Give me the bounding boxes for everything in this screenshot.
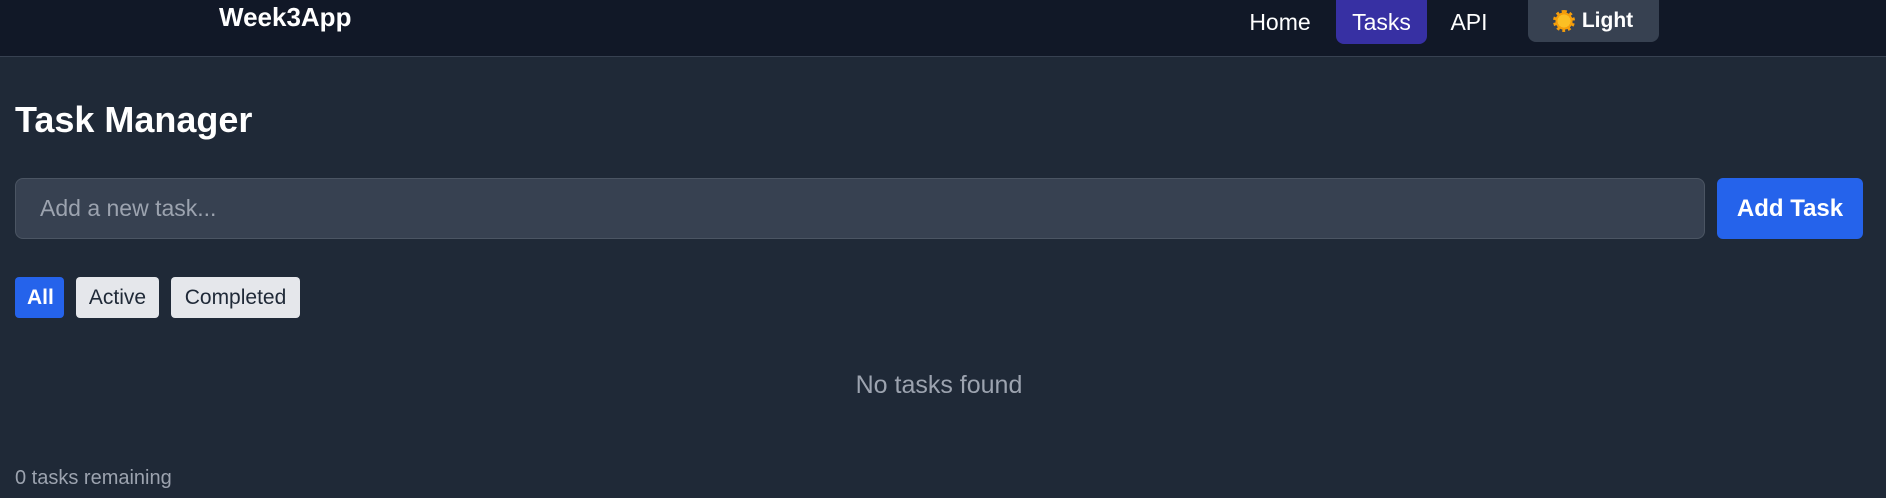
nav-link-api[interactable]: API [1436,0,1502,44]
app-brand[interactable]: Week3App [219,2,351,33]
tasks-remaining-count: 0 tasks remaining [15,467,172,489]
filter-completed-button[interactable]: Completed [171,277,300,318]
theme-toggle-label: Light [1581,9,1634,32]
add-task-button[interactable]: Add Task [1717,178,1863,239]
sun-icon [1552,10,1575,32]
nav-link-home[interactable]: Home [1232,0,1328,44]
nav-link-tasks[interactable]: Tasks [1336,0,1427,44]
top-navbar: Week3App Home Tasks API Light [0,0,1886,57]
filter-active-button[interactable]: Active [76,277,159,318]
theme-toggle-button[interactable]: Light [1528,0,1659,42]
empty-state-message: No tasks found [855,371,1023,399]
page-title: Task Manager [15,99,253,140]
new-task-input[interactable] [15,178,1705,239]
filter-all-button[interactable]: All [15,277,64,318]
